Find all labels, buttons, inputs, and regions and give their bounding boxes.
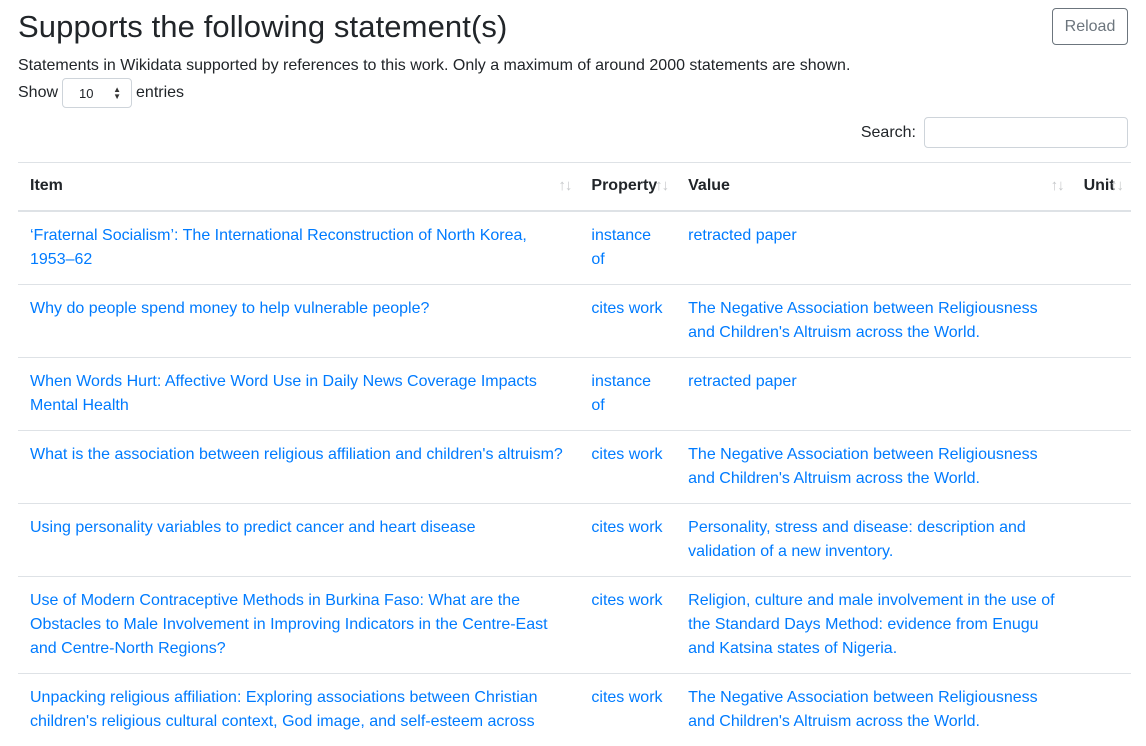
item-link[interactable]: ‘Fraternal Socialism’: The International… (30, 227, 527, 268)
unit-cell (1071, 575, 1131, 673)
table-header-row: Item ↑↓ Property ↑↓ Value ↑↓ Unit ↑↓ (18, 162, 1131, 212)
column-header-label: Property (591, 177, 658, 195)
entries-select[interactable]: 10 ▲ ▼ (62, 78, 133, 108)
entries-label: entries (136, 84, 185, 101)
value-link[interactable]: Personality, stress and disease: descrip… (688, 519, 1026, 560)
description-text: Statements in Wikidata supported by refe… (18, 57, 851, 74)
entries-length-control: Show 10 ▲ ▼ entries (18, 78, 184, 108)
property-link[interactable]: cites work (591, 519, 662, 536)
value-link[interactable]: The Negative Association between Religio… (688, 446, 1038, 487)
table-row: What is the association between religiou… (18, 429, 1131, 503)
property-link[interactable]: instance of (591, 373, 651, 414)
value-cell: The Negative Association between Religio… (676, 429, 1072, 503)
value-link[interactable]: Religion, culture and male involvement i… (688, 592, 1054, 657)
property-link[interactable]: instance of (591, 227, 651, 268)
table-row: Unpacking religious affiliation: Explori… (18, 672, 1131, 746)
item-cell: When Words Hurt: Affective Word Use in D… (18, 356, 580, 430)
column-header-value[interactable]: Value ↑↓ (676, 162, 1072, 212)
value-cell: retracted paper (676, 356, 1072, 430)
item-link[interactable]: Using personality variables to predict c… (30, 519, 476, 536)
value-cell: retracted paper (676, 211, 1071, 285)
item-cell: ‘Fraternal Socialism’: The International… (18, 211, 579, 285)
search-input[interactable] (924, 117, 1128, 148)
property-cell: cites work (579, 575, 677, 673)
property-link[interactable]: cites work (591, 592, 662, 609)
search-control: Search: (861, 117, 1128, 148)
property-link[interactable]: cites work (591, 446, 662, 463)
column-header-property[interactable]: Property ↑↓ (579, 162, 677, 212)
item-link[interactable]: When Words Hurt: Affective Word Use in D… (30, 373, 537, 414)
table-row: Use of Modern Contraceptive Methods in B… (18, 575, 1131, 673)
item-link[interactable]: Use of Modern Contraceptive Methods in B… (30, 592, 548, 657)
unit-cell (1071, 283, 1131, 357)
table-row: ‘Fraternal Socialism’: The International… (18, 211, 1131, 285)
value-link[interactable]: The Negative Association between Religio… (688, 300, 1038, 341)
sort-icon: ↑↓ (558, 177, 572, 194)
entries-select-value: 10 (79, 85, 94, 101)
column-header-unit[interactable]: Unit ↑↓ (1071, 162, 1131, 212)
column-header-label: Value (688, 177, 730, 195)
unit-cell (1071, 672, 1131, 746)
search-label: Search: (860, 123, 916, 141)
property-cell: cites work (579, 502, 677, 576)
sort-icon: ↑↓ (655, 177, 669, 194)
item-link[interactable]: What is the association between religiou… (30, 446, 563, 463)
column-header-label: Item (30, 177, 63, 195)
value-link[interactable]: retracted paper (688, 227, 797, 244)
value-cell: The Negative Association between Religio… (676, 672, 1072, 746)
unit-cell (1071, 502, 1131, 576)
item-link[interactable]: Why do people spend money to help vulner… (30, 300, 429, 317)
unit-cell (1071, 356, 1131, 430)
table-row: When Words Hurt: Affective Word Use in D… (18, 356, 1131, 430)
table-row: Why do people spend money to help vulner… (18, 283, 1131, 357)
table-row: Using personality variables to predict c… (18, 502, 1131, 576)
sort-icon: ↑↓ (1050, 177, 1065, 194)
item-cell: What is the association between religiou… (18, 429, 580, 503)
property-cell: cites work (579, 672, 677, 746)
select-arrows-icon: ▲ ▼ (113, 85, 122, 101)
property-link[interactable]: cites work (591, 689, 662, 706)
value-cell: The Negative Association between Religio… (676, 283, 1072, 357)
show-label: Show (18, 84, 59, 101)
sort-icon: ↑↓ (1110, 177, 1124, 194)
property-link[interactable]: cites work (591, 300, 662, 317)
item-cell: Using personality variables to predict c… (18, 502, 580, 576)
value-link[interactable]: The Negative Association between Religio… (688, 689, 1038, 730)
reload-button[interactable]: Reload (1052, 8, 1128, 45)
item-cell: Use of Modern Contraceptive Methods in B… (18, 575, 580, 673)
property-cell: cites work (579, 283, 677, 357)
property-cell: instance of (579, 356, 677, 430)
statements-table: Item ↑↓ Property ↑↓ Value ↑↓ Unit ↑↓ ‘Frater… (18, 162, 1131, 746)
item-cell: Unpacking religious affiliation: Explori… (18, 672, 580, 746)
unit-cell (1071, 429, 1131, 503)
page-title: Supports the following statement(s) (18, 9, 508, 44)
value-link[interactable]: retracted paper (688, 373, 797, 390)
item-link[interactable]: Unpacking religious affiliation: Explori… (30, 689, 538, 730)
unit-cell (1072, 211, 1131, 285)
property-cell: cites work (579, 429, 677, 503)
property-cell: instance of (579, 211, 676, 285)
item-cell: Why do people spend money to help vulner… (18, 283, 580, 357)
value-cell: Religion, culture and male involvement i… (676, 575, 1072, 673)
value-cell: Personality, stress and disease: descrip… (676, 502, 1072, 576)
column-header-item[interactable]: Item ↑↓ (18, 162, 580, 212)
